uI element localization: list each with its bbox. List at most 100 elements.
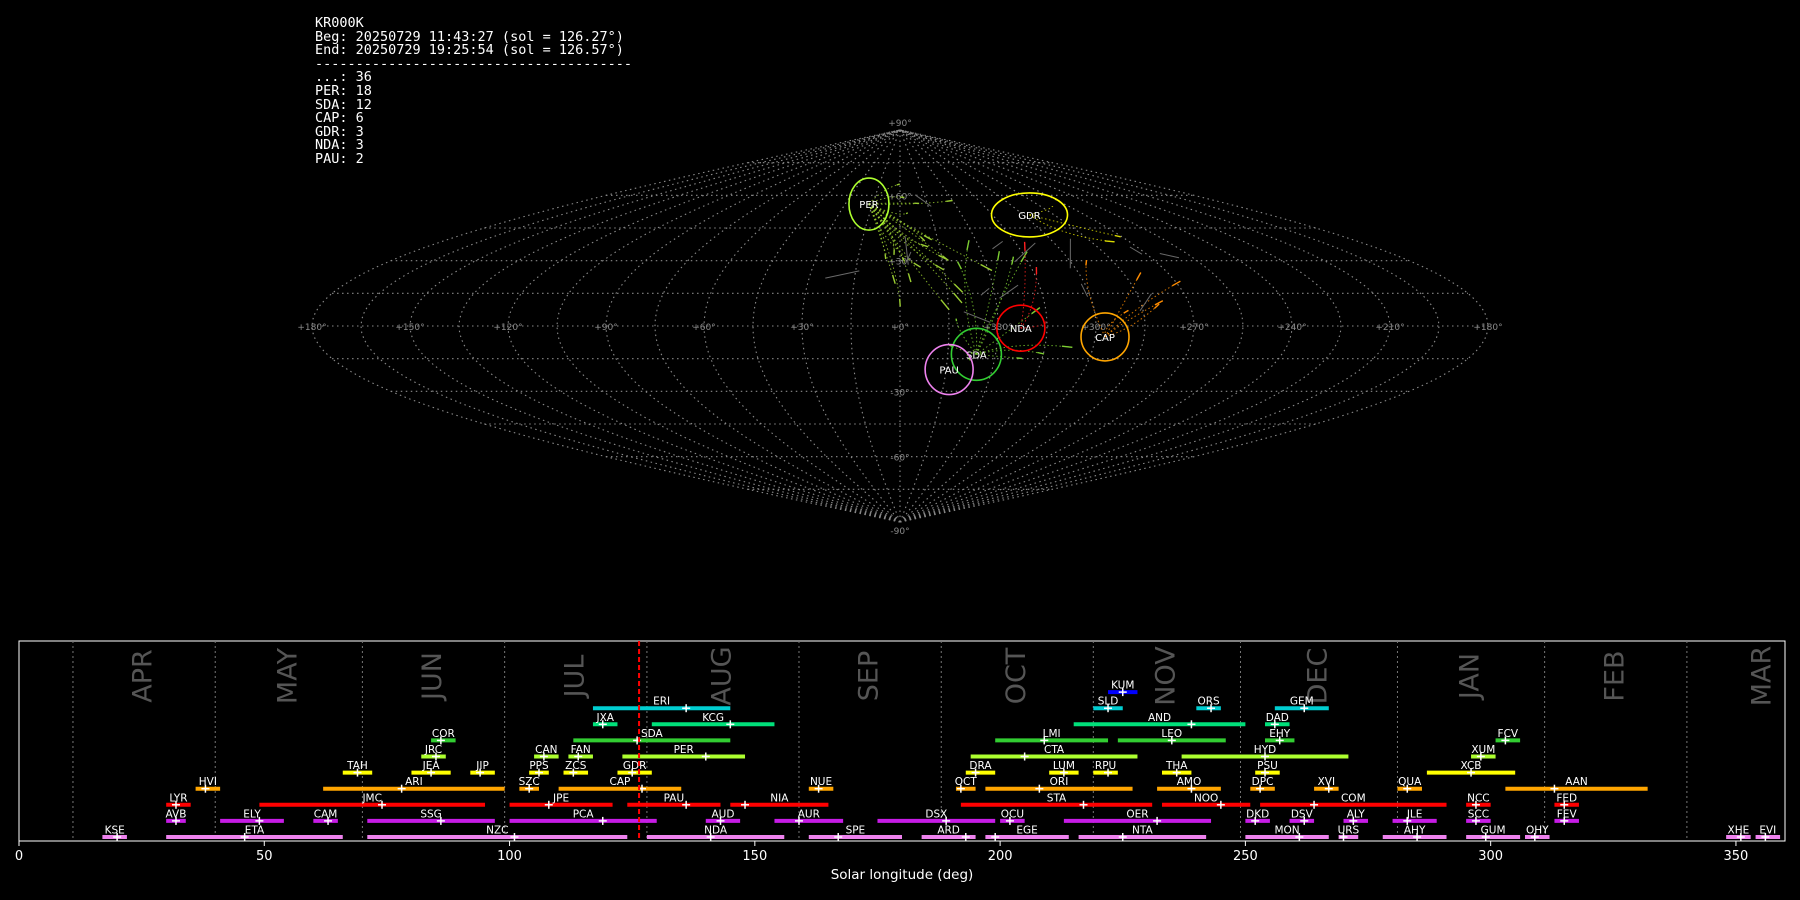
meteor-segment (884, 254, 887, 260)
shower-label: URS (1338, 825, 1360, 837)
shower-label: JPE (552, 792, 569, 804)
meteor-segment (954, 283, 964, 293)
shower-dkd: DKD (1245, 808, 1270, 825)
lon-tick-label: +240° (1277, 323, 1306, 333)
shower-label: MON (1274, 825, 1299, 837)
shower-label: SPE (846, 825, 866, 837)
shower-label: QUA (1398, 776, 1422, 788)
shower-xum: XUM (1471, 744, 1496, 761)
shower-label: SLD (1098, 696, 1119, 708)
shower-nue: NUE (808, 776, 834, 793)
shower-label: ELY (243, 808, 261, 820)
shower-urs: URS (1338, 825, 1360, 841)
shower-label: NOO (1194, 792, 1218, 804)
shower-dra: DRA (965, 760, 996, 777)
shower-label: NUE (810, 776, 832, 788)
shower-xvi: XVI (1314, 776, 1339, 793)
shower-timeline: APR MAY JUN JUL AUG SEP OCT NOV DEC JAN FEB MARKUME… (15, 640, 1786, 883)
shower-szc: SZC (519, 776, 540, 793)
shower-label: STA (1047, 792, 1067, 804)
shower-label: OER (1126, 808, 1148, 820)
shower-jrc: JRC (421, 744, 446, 761)
shower-kum: KUM (1108, 680, 1138, 697)
trail-projection (976, 344, 1073, 355)
meteor-segment (1172, 280, 1181, 287)
meteor-segment (1104, 240, 1115, 243)
meteor-segment (1114, 234, 1121, 238)
shower-label: AUD (711, 808, 734, 820)
trail-projection (868, 203, 963, 293)
shower-label: ZCS (565, 760, 587, 772)
shower-label: FED (1556, 792, 1577, 804)
trail-projection (1104, 300, 1164, 338)
shower-ehy: EHY (1265, 728, 1295, 745)
meteor-segment (956, 261, 963, 270)
shower-label: TAH (346, 760, 368, 772)
shower-label: OHY (1526, 825, 1549, 837)
x-tick-label: 100 (497, 849, 522, 864)
shower-label: CAM (314, 808, 338, 820)
shower-label: NTA (1132, 825, 1153, 837)
month-label: AUG (706, 646, 737, 705)
shower-ohy: OHY (1525, 825, 1550, 841)
meteor-segment (1123, 309, 1129, 314)
trail-projection (1029, 214, 1115, 243)
shower-label: EHY (1269, 728, 1291, 740)
shower-label: LYR (169, 792, 187, 804)
shower-label: JEA (422, 760, 441, 772)
sporadic-segment (1080, 283, 1089, 297)
lon-tick-label: +30° (790, 323, 814, 333)
x-tick-label: 350 (1724, 849, 1749, 864)
radiant-sky-map: +180° +150° +120° +90° +60° +30° +0° +330° +300°… (297, 119, 1502, 537)
shower-label: SCC (1468, 808, 1489, 820)
sporadic-segment (825, 270, 860, 279)
lat-tick-label: -90° (890, 527, 909, 537)
shower-label: CAN (535, 744, 557, 756)
shower-label: NDA (704, 825, 728, 837)
shower-sld: SLD (1093, 696, 1123, 713)
trail-projection (868, 203, 906, 262)
shower-label: GEM (1290, 696, 1314, 708)
meteor-segment (1061, 345, 1073, 348)
shower-label: SDA (641, 728, 664, 740)
month-label: SEP (854, 651, 885, 701)
shower-tah: TAH (342, 760, 373, 777)
month-label: APR (128, 649, 159, 703)
meteor-segment (953, 292, 963, 304)
shower-label: FCV (1498, 728, 1519, 740)
shower-label: SSG (420, 808, 441, 820)
shower-label: ETA (245, 825, 265, 837)
meteor-segment (920, 243, 929, 248)
x-tick-label: 300 (1478, 849, 1503, 864)
radiant-gdr: GDR (990, 192, 1069, 238)
shower-label: FAN (571, 744, 591, 756)
meteor-segment (1085, 260, 1088, 266)
x-axis-label: Solar longitude (deg) (831, 867, 974, 883)
shower-can: CAN (534, 744, 559, 761)
radiant-label: NDA (1010, 324, 1032, 335)
meteor-segment (1136, 272, 1142, 281)
shower-dpc: DPC (1250, 776, 1275, 793)
shower-label: HVI (199, 776, 217, 788)
shower-dsv: DSV (1289, 808, 1315, 825)
shower-label: AMO (1177, 776, 1202, 788)
meteor-segment (913, 262, 921, 268)
shower-lyr: LYR (166, 792, 191, 809)
shower-qua: QUA (1397, 776, 1422, 793)
shower-fed: FED (1554, 792, 1579, 809)
shower-avb: AVB (166, 808, 186, 825)
shower-jxa: JXA (592, 712, 618, 729)
shower-ors: ORS (1196, 696, 1221, 713)
shower-label: DSV (1291, 808, 1314, 820)
shower-label: DSX (925, 808, 947, 820)
lon-tick-label: +150° (395, 323, 424, 333)
month-label: JAN (1455, 653, 1486, 701)
lat-tick-label: -60° (890, 454, 909, 464)
month-label: JUL (559, 655, 590, 700)
shower-zcs: ZCS (563, 760, 589, 777)
shower-lum: LUM (1049, 760, 1079, 777)
shower-label: PCA (573, 808, 595, 820)
shower-label: AUR (798, 808, 820, 820)
shower-tha: THA (1161, 760, 1192, 777)
shower-label: PPS (529, 760, 549, 772)
